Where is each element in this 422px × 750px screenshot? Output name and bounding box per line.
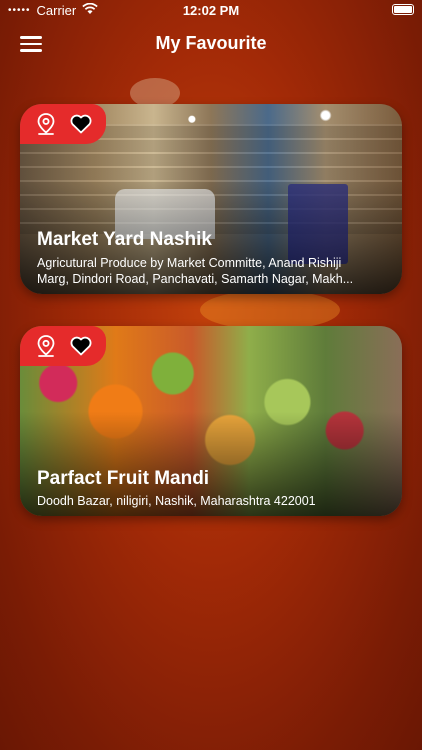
card-address: Agricutural Produce by Market Committe, … (37, 255, 388, 287)
heart-icon[interactable] (68, 111, 94, 137)
background-fruit-decor (200, 290, 340, 330)
card-address: Doodh Bazar, niligiri, Nashik, Maharasht… (37, 494, 316, 508)
card-action-badge (20, 326, 106, 366)
location-pin-icon[interactable] (33, 333, 59, 359)
status-time: 12:02 PM (182, 3, 240, 18)
location-pin-icon[interactable] (33, 111, 59, 137)
card-address-line: Agricutural Produce by Market Committe, … (37, 256, 342, 270)
status-bar: ••••• Carrier 12:02 PM (0, 0, 422, 22)
card-title: Market Yard Nashik (37, 229, 212, 250)
card-action-badge (20, 104, 106, 144)
heart-icon[interactable] (68, 333, 94, 359)
favourite-card[interactable]: Parfact Fruit Mandi Doodh Bazar, niligir… (20, 326, 402, 516)
card-address-line: Marg, Dindori Road, Panchavati, Samarth … (37, 272, 354, 286)
card-title: Parfact Fruit Mandi (37, 468, 210, 489)
battery-icon (392, 4, 414, 15)
nav-bar: My Favourite (0, 30, 422, 58)
favourite-card[interactable]: Market Yard Nashik Agricutural Produce b… (20, 104, 402, 294)
page-title: My Favourite (155, 33, 267, 53)
